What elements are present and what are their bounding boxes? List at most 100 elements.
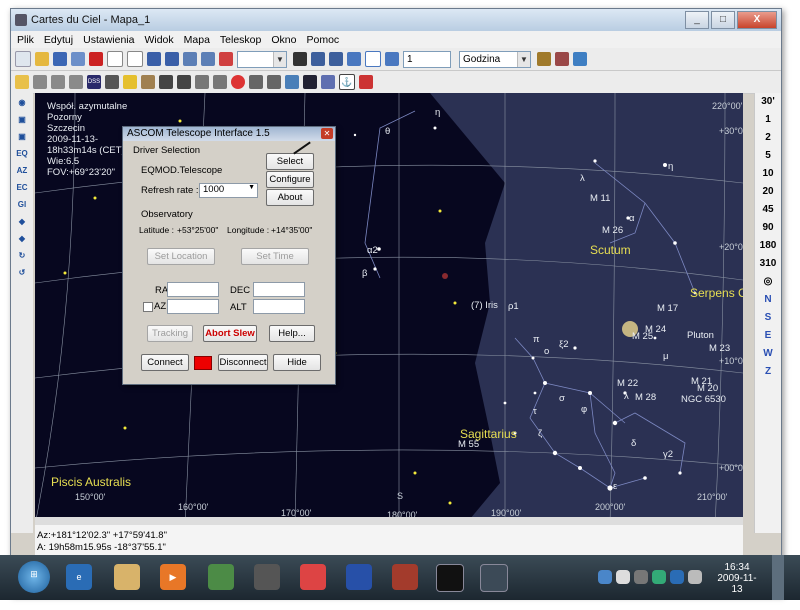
az-checkbox[interactable] [143, 302, 153, 312]
planet-icon[interactable] [285, 75, 299, 89]
print-icon[interactable] [71, 52, 85, 66]
close-button[interactable]: X [737, 11, 777, 29]
app-taskbar-icon-1[interactable] [208, 564, 234, 590]
rotate-icon-1[interactable]: ◆ [15, 215, 29, 229]
symbol-icon[interactable] [359, 75, 373, 89]
arrow-left-icon[interactable] [347, 52, 361, 66]
fov-10[interactable]: 10 [755, 165, 781, 183]
rotate-icon-2[interactable]: ◆ [15, 232, 29, 246]
horizontal-scrollbar[interactable] [35, 517, 743, 525]
eq-icon[interactable]: EQ [15, 147, 29, 161]
center-icon[interactable] [219, 52, 233, 66]
milkyway-icon[interactable] [303, 75, 317, 89]
show-desktop-button[interactable] [772, 555, 784, 600]
explorer-taskbar-icon[interactable] [114, 564, 140, 590]
label-icon[interactable] [69, 75, 83, 89]
zoom-out-icon[interactable] [201, 52, 215, 66]
telescope-taskbar-icon[interactable] [436, 564, 464, 592]
fov-2[interactable]: 2 [755, 129, 781, 147]
start-button[interactable]: ⊞ [18, 561, 50, 593]
connect-button[interactable]: Connect [141, 354, 189, 371]
menu-okno[interactable]: Okno [271, 34, 296, 46]
gal-icon[interactable]: Gl [15, 198, 29, 212]
clock[interactable]: 16:34 2009-11-13 [712, 562, 762, 595]
fov-1[interactable]: 1 [755, 111, 781, 129]
tool-icon[interactable] [33, 75, 47, 89]
menu-widok[interactable]: Widok [144, 34, 173, 46]
az-icon[interactable]: AZ [15, 164, 29, 178]
search-icon[interactable] [329, 52, 343, 66]
settings-icon[interactable] [89, 52, 103, 66]
tray-icon-3[interactable] [634, 570, 648, 584]
minimize-button[interactable]: _ [685, 11, 709, 29]
configure-button[interactable]: Configure [266, 171, 314, 188]
globe-icon[interactable] [573, 52, 587, 66]
tracking-button[interactable]: Tracking [147, 325, 193, 342]
volume-icon[interactable] [688, 570, 702, 584]
lines-icon[interactable] [159, 75, 173, 89]
direction-z[interactable]: Z [755, 363, 781, 381]
direction-n[interactable]: N [755, 291, 781, 309]
search-select[interactable]: ▼ [237, 50, 287, 68]
save-taskbar-icon[interactable] [346, 564, 372, 590]
refresh-rate-select[interactable]: 1000 ▼ [199, 183, 258, 198]
tray-icon-2[interactable] [616, 570, 630, 584]
open-icon[interactable] [35, 52, 49, 66]
bulb-icon[interactable] [123, 75, 137, 89]
tray-icon-5[interactable] [670, 570, 684, 584]
disconnect-button[interactable]: Disconnect [218, 354, 268, 371]
fov-45[interactable]: 45 [755, 201, 781, 219]
about-button[interactable]: About [266, 189, 314, 206]
direction-s[interactable]: S [755, 309, 781, 327]
app-taskbar-icon-3[interactable] [300, 564, 326, 590]
location-icon[interactable] [537, 52, 551, 66]
fov-30arcmin[interactable]: 30' [755, 93, 781, 111]
fov-5[interactable]: 5 [755, 147, 781, 165]
stop-icon[interactable] [365, 51, 381, 67]
menu-pomoc[interactable]: Pomoc [306, 34, 339, 46]
app-taskbar-icon-4[interactable] [392, 564, 418, 590]
rotate-icon-4[interactable]: ↺ [15, 266, 29, 280]
camera-icon[interactable] [105, 75, 119, 89]
hide-button[interactable]: Hide [273, 354, 321, 371]
set-time-button[interactable]: Set Time [241, 248, 309, 265]
sky-icon[interactable]: ◎ [755, 273, 781, 291]
grid-icon[interactable] [195, 75, 209, 89]
redo-icon[interactable] [165, 52, 179, 66]
time-unit-select[interactable]: Godzina ▼ [459, 50, 531, 68]
observer-icon[interactable] [311, 52, 325, 66]
fov-20[interactable]: 20 [755, 183, 781, 201]
rotate-icon-3[interactable]: ↻ [15, 249, 29, 263]
copy-icon[interactable] [107, 51, 123, 67]
menu-plik[interactable]: Plik [17, 34, 34, 46]
save-icon[interactable] [53, 52, 67, 66]
star-icon[interactable] [15, 75, 29, 89]
link-icon[interactable] [321, 75, 335, 89]
ecliptic-icon[interactable] [213, 75, 227, 89]
arrow-right-icon[interactable] [385, 52, 399, 66]
window-icon[interactable] [127, 51, 143, 67]
nav-icon-1[interactable]: ◉ [15, 96, 29, 110]
nebula-icon[interactable] [267, 75, 281, 89]
new-icon[interactable] [15, 51, 31, 67]
menu-edytuj[interactable]: Edytuj [44, 34, 73, 46]
zoom-in-icon[interactable] [183, 52, 197, 66]
fov-180[interactable]: 180 [755, 237, 781, 255]
abort-slew-button[interactable]: Abort Slew [203, 325, 257, 342]
binoculars-icon[interactable] [293, 52, 307, 66]
pointer-icon[interactable] [51, 75, 65, 89]
anchor-icon[interactable]: ⚓ [339, 74, 355, 90]
tray-icon-1[interactable] [598, 570, 612, 584]
ec-icon[interactable]: EC [15, 181, 29, 195]
ie-taskbar-icon[interactable]: e [66, 564, 92, 590]
direction-w[interactable]: W [755, 345, 781, 363]
help-button[interactable]: Help... [269, 325, 315, 342]
dialog-close-icon[interactable]: ✕ [321, 128, 333, 139]
tray-icon-4[interactable] [652, 570, 666, 584]
menu-ustawienia[interactable]: Ustawienia [83, 34, 134, 46]
menu-mapa[interactable]: Mapa [184, 34, 210, 46]
direction-e[interactable]: E [755, 327, 781, 345]
fov-90[interactable]: 90 [755, 219, 781, 237]
fov-310[interactable]: 310 [755, 255, 781, 273]
boundaries-icon[interactable] [177, 75, 191, 89]
